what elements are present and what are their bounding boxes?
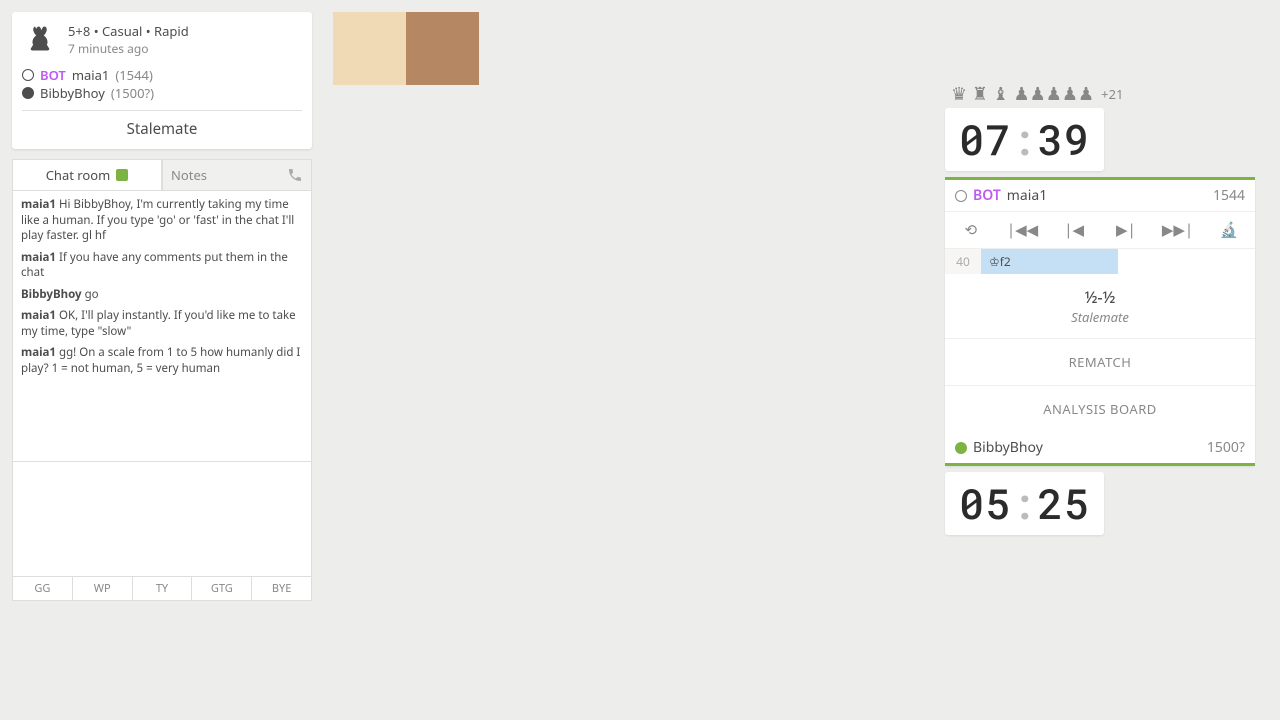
online-circle-icon [955, 442, 967, 454]
player-top-mini[interactable]: BOT maia1 (1544) [22, 66, 302, 84]
chat-input[interactable] [12, 461, 312, 577]
chat-message: BibbyBhoy go [21, 287, 303, 303]
white-circle-icon [955, 190, 967, 202]
first-move-icon[interactable]: |◀◀ [997, 212, 1049, 248]
move-list: 40 ♔f2 [945, 249, 1255, 274]
player-bottom-mini[interactable]: BibbyBhoy (1500?) [22, 84, 302, 102]
flip-board-icon[interactable]: ⟲ [945, 212, 997, 248]
player-row-bottom[interactable]: BibbyBhoy 1500? [945, 432, 1255, 463]
chat-body: maia1 Hi BibbyBhoy, I'm currently taking… [12, 191, 312, 461]
clock-top: 07:39 [945, 108, 1104, 171]
current-move[interactable]: ♔f2 [981, 249, 1118, 274]
rematch-button[interactable]: REMATCH [945, 338, 1255, 385]
quick-reply-wp[interactable]: WP [73, 577, 133, 600]
quick-reply-gg[interactable]: GG [13, 577, 73, 600]
tab-notes[interactable]: Notes [162, 159, 312, 191]
prev-move-icon[interactable]: |◀ [1048, 212, 1100, 248]
move-controls: ⟲ |◀◀ |◀ ▶| ▶▶| 🔬 [945, 211, 1255, 249]
chat-message: maia1 Hi BibbyBhoy, I'm currently taking… [21, 197, 303, 244]
last-move-icon[interactable]: ▶▶| [1152, 212, 1204, 248]
chat-message: maia1 gg! On a scale from 1 to 5 how hum… [21, 345, 303, 376]
clock-bottom: 05:25 [945, 472, 1104, 535]
analysis-board-button[interactable]: ANALYSIS BOARD [945, 385, 1255, 432]
black-circle-icon [22, 87, 34, 99]
material-imbalance: ♛ ♜ ♝ ♟♟♟♟♟ +21 [945, 80, 1255, 108]
quick-reply-ty[interactable]: TY [133, 577, 193, 600]
rabbit-icon [22, 22, 58, 58]
square-g1[interactable] [406, 12, 479, 85]
game-time-ago: 7 minutes ago [68, 40, 302, 57]
tab-chat-room[interactable]: Chat room [12, 159, 162, 191]
phone-icon [287, 167, 303, 183]
next-move-icon[interactable]: ▶| [1100, 212, 1152, 248]
chat-message: maia1 If you have any comments put them … [21, 250, 303, 281]
quick-reply-gtg[interactable]: GTG [192, 577, 252, 600]
player-row-top[interactable]: BOT maia1 1544 [945, 180, 1255, 211]
game-info-card: 5+8 • Casual • Rapid 7 minutes ago BOT m… [12, 12, 312, 149]
quick-replies: GGWPTYGTGBYE [12, 577, 312, 601]
chess-board[interactable] [333, 12, 917, 596]
game-title: 5+8 • Casual • Rapid [68, 22, 302, 40]
quick-reply-bye[interactable]: BYE [252, 577, 311, 600]
white-circle-icon [22, 69, 34, 81]
chat-message: maia1 OK, I'll play instantly. If you'd … [21, 308, 303, 339]
square-h1[interactable] [333, 12, 406, 85]
game-status: Stalemate [22, 110, 302, 139]
chat-tabs: Chat room Notes [12, 159, 312, 191]
analysis-icon[interactable]: 🔬 [1203, 212, 1255, 248]
presence-indicator [116, 169, 128, 181]
game-result: ½-½ Stalemate [945, 274, 1255, 338]
